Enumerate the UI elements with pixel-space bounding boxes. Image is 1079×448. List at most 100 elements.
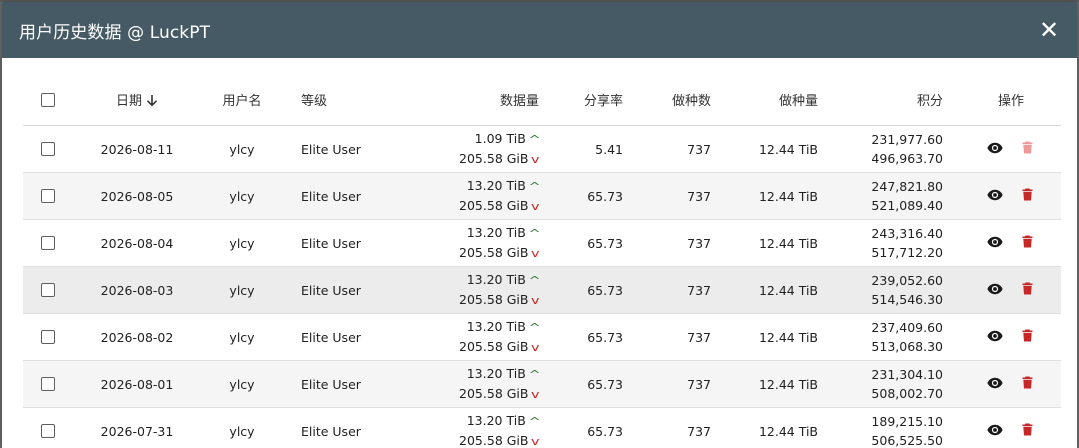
row-download: 205.58 GiB: [459, 433, 529, 448]
row-upload: 1.09 TiB: [474, 131, 526, 146]
row-date: 2026-08-05: [100, 188, 174, 204]
arrow-down-icon: v: [531, 435, 540, 448]
row-checkbox[interactable]: [41, 236, 55, 250]
row-checkbox[interactable]: [41, 330, 55, 344]
row-level: Elite User: [301, 141, 361, 157]
row-date: 2026-07-31: [100, 423, 174, 439]
row-seeding-count: 737: [687, 235, 711, 251]
delete-button[interactable]: [1016, 372, 1038, 396]
delete-button[interactable]: [1016, 325, 1038, 349]
eye-icon: [987, 142, 1003, 157]
row-username: ylcy: [229, 329, 255, 345]
row-bonus: 231,977.60: [871, 132, 943, 147]
column-header-date[interactable]: 日期: [85, 74, 189, 125]
view-button[interactable]: [984, 325, 1006, 349]
row-upload: 13.20 TiB: [466, 319, 526, 334]
row-upload: 13.20 TiB: [466, 225, 526, 240]
row-download: 205.58 GiB: [459, 386, 529, 401]
trash-icon: [1022, 423, 1033, 439]
row-checkbox[interactable]: [41, 189, 55, 203]
delete-button[interactable]: [1016, 419, 1038, 443]
row-ratio: 65.73: [587, 235, 623, 251]
row-username: ylcy: [229, 235, 255, 251]
arrow-down-icon: v: [531, 341, 540, 354]
select-all-checkbox[interactable]: [41, 92, 55, 107]
user-history-dialog: 用户历史数据 @ LuckPT ✕ 日期 用户名 等级 数据量 分享率 做种数 …: [2, 2, 1077, 448]
row-seeding-size: 12.44 TiB: [758, 329, 818, 345]
arrow-down-icon: v: [531, 247, 540, 260]
row-bonus: 189,215.10: [871, 414, 943, 429]
row-date: 2026-08-03: [100, 282, 174, 298]
column-header-ratio[interactable]: 分享率: [563, 74, 623, 125]
column-header-username[interactable]: 用户名: [209, 74, 275, 125]
row-download: 205.58 GiB: [459, 339, 529, 354]
trash-icon: [1022, 376, 1033, 392]
row-username: ylcy: [229, 188, 255, 204]
delete-button[interactable]: [1016, 184, 1038, 208]
arrow-down-icon: v: [531, 200, 540, 213]
row-date: 2026-08-02: [100, 329, 174, 345]
close-icon[interactable]: ✕: [1039, 18, 1059, 42]
arrow-up-icon: ^: [528, 321, 541, 334]
column-header-data[interactable]: 数据量: [413, 74, 539, 125]
row-download: 205.58 GiB: [459, 292, 529, 307]
row-seeding-count: 737: [687, 141, 711, 157]
table-row[interactable]: 2026-08-11 ylcy Elite User 1.09 TiB ^ 205…: [23, 126, 1061, 173]
arrow-up-icon: ^: [528, 227, 541, 240]
row-date: 2026-08-11: [100, 141, 174, 157]
row-seeding-size: 12.44 TiB: [758, 235, 818, 251]
table-body: 2026-08-11 ylcy Elite User 1.09 TiB ^ 205…: [23, 126, 1061, 448]
view-button[interactable]: [984, 137, 1006, 161]
arrow-up-icon: ^: [528, 368, 541, 381]
column-header-bonus[interactable]: 积分: [843, 74, 943, 125]
trash-icon: [1022, 329, 1033, 345]
column-header-seeding-count[interactable]: 做种数: [643, 74, 711, 125]
view-button[interactable]: [984, 419, 1006, 443]
arrow-down-icon: v: [531, 153, 540, 166]
row-level: Elite User: [301, 188, 361, 204]
table-row[interactable]: 2026-07-31 ylcy Elite User 13.20 TiB ^ 20…: [23, 408, 1061, 448]
view-button[interactable]: [984, 372, 1006, 396]
table-row[interactable]: 2026-08-05 ylcy Elite User 13.20 TiB ^ 20…: [23, 173, 1061, 220]
row-level: Elite User: [301, 376, 361, 392]
row-bonus: 239,052.60: [871, 273, 943, 288]
row-level: Elite User: [301, 423, 361, 439]
table-row[interactable]: 2026-08-01 ylcy Elite User 13.20 TiB ^ 20…: [23, 361, 1061, 408]
row-download: 205.58 GiB: [459, 245, 529, 260]
row-ratio: 65.73: [587, 329, 623, 345]
column-header-level[interactable]: 等级: [301, 74, 401, 125]
delete-button[interactable]: [1016, 137, 1038, 161]
trash-icon: [1022, 141, 1033, 157]
row-seeding-count: 737: [687, 329, 711, 345]
row-bonus-per-hour: 513,068.30: [871, 339, 943, 354]
row-checkbox[interactable]: [41, 377, 55, 391]
view-button[interactable]: [984, 231, 1006, 255]
view-button[interactable]: [984, 278, 1006, 302]
view-button[interactable]: [984, 184, 1006, 208]
row-date: 2026-08-04: [100, 235, 174, 251]
row-checkbox[interactable]: [41, 424, 55, 438]
eye-icon: [987, 377, 1003, 392]
row-seeding-count: 737: [687, 376, 711, 392]
delete-button[interactable]: [1016, 231, 1038, 255]
eye-icon: [987, 283, 1003, 298]
row-bonus: 231,304.10: [871, 367, 943, 382]
row-seeding-size: 12.44 TiB: [758, 282, 818, 298]
eye-icon: [987, 424, 1003, 439]
table-row[interactable]: 2026-08-02 ylcy Elite User 13.20 TiB ^ 20…: [23, 314, 1061, 361]
table-row[interactable]: 2026-08-04 ylcy Elite User 13.20 TiB ^ 20…: [23, 220, 1061, 267]
row-username: ylcy: [229, 376, 255, 392]
arrow-up-icon: ^: [528, 274, 541, 287]
column-header-seeding-size[interactable]: 做种量: [733, 74, 818, 125]
row-seeding-count: 737: [687, 423, 711, 439]
row-bonus-per-hour: 514,546.30: [871, 292, 943, 307]
row-date: 2026-08-01: [100, 376, 174, 392]
table-row[interactable]: 2026-08-03 ylcy Elite User 13.20 TiB ^ 20…: [23, 267, 1061, 314]
row-checkbox[interactable]: [41, 142, 55, 156]
table-header: 日期 用户名 等级 数据量 分享率 做种数 做种量 积分 操作: [23, 74, 1061, 126]
row-checkbox[interactable]: [41, 283, 55, 297]
trash-icon: [1022, 282, 1033, 298]
delete-button[interactable]: [1016, 278, 1038, 302]
row-level: Elite User: [301, 282, 361, 298]
eye-icon: [987, 330, 1003, 345]
